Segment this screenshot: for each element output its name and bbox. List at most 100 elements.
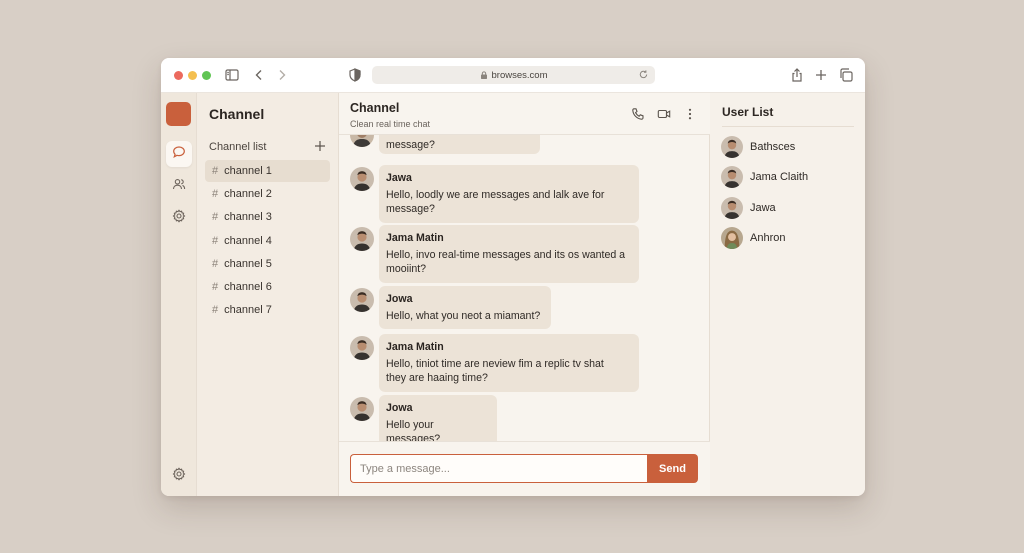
chat-nav-button[interactable] bbox=[166, 141, 192, 167]
message-author: Jama Matin bbox=[386, 232, 444, 244]
add-channel-icon[interactable] bbox=[313, 139, 327, 153]
user-name: Jawa bbox=[750, 201, 776, 214]
avatar bbox=[350, 397, 374, 421]
channel-item[interactable]: # channel 1 bbox=[205, 160, 330, 182]
people-nav-button[interactable] bbox=[166, 173, 192, 199]
send-button[interactable]: Send bbox=[647, 454, 698, 483]
forward-icon[interactable] bbox=[274, 67, 290, 83]
message-bubble: message? bbox=[379, 135, 540, 154]
message-bubble: Jama Matin Hello, tiniot time are neview … bbox=[379, 334, 639, 392]
user-list-item[interactable]: Jama Claith bbox=[721, 165, 808, 189]
gear-icon bbox=[172, 466, 186, 486]
user-name: Jama Claith bbox=[750, 171, 809, 184]
workspace-logo[interactable] bbox=[166, 102, 191, 126]
avatar bbox=[721, 136, 743, 158]
channel-item[interactable]: # channel 2 bbox=[205, 183, 330, 205]
user-list-item[interactable]: Jawa bbox=[721, 196, 776, 220]
channel-label: channel 7 bbox=[224, 304, 272, 317]
back-icon[interactable] bbox=[251, 67, 267, 83]
message-text-line: message? bbox=[386, 203, 435, 215]
message-input[interactable] bbox=[350, 454, 647, 483]
hash-icon: # bbox=[212, 188, 219, 201]
user-list-title: User List bbox=[722, 105, 774, 119]
message-text-line: Hello, loodly we are messages and lalk a… bbox=[386, 188, 605, 201]
hash-icon: # bbox=[212, 281, 219, 293]
maximize-window-button[interactable] bbox=[202, 71, 211, 80]
message-author: Jowa bbox=[386, 293, 413, 305]
channel-list-header: Channel list bbox=[209, 141, 267, 153]
channel-label: channel 4 bbox=[224, 234, 272, 247]
avatar bbox=[350, 288, 374, 312]
user-name: Bathsces bbox=[750, 141, 796, 153]
divider bbox=[722, 126, 854, 127]
avatar bbox=[721, 226, 743, 249]
chat-title: Channel bbox=[350, 101, 400, 115]
message-text-line: Hello, what you neot a miamant? bbox=[386, 309, 541, 322]
message-bubble: Jowa Hello your messages? bbox=[379, 395, 497, 441]
hash-icon: # bbox=[212, 165, 219, 177]
more-options-icon[interactable] bbox=[683, 107, 697, 121]
gear-icon bbox=[172, 208, 186, 228]
lock-icon bbox=[480, 71, 488, 79]
channel-sidebar: Channel Channel list # channel 1 # channel … bbox=[197, 93, 339, 496]
avatar bbox=[350, 167, 374, 191]
settings-nav-button[interactable] bbox=[166, 205, 192, 231]
message-text-line: Hello your messages? bbox=[386, 418, 441, 442]
user-list-item[interactable]: Bathsces bbox=[721, 135, 795, 159]
chat-panel: Channel Clean real time chat message? Ja… bbox=[339, 93, 710, 496]
channel-item[interactable]: # channel 4 bbox=[205, 230, 330, 252]
channel-item[interactable]: # channel 6 bbox=[205, 276, 330, 298]
message-author: Jama Matin bbox=[386, 341, 444, 353]
share-icon[interactable] bbox=[789, 67, 805, 83]
reload-icon[interactable] bbox=[638, 69, 649, 80]
message-author: Jowa bbox=[386, 402, 413, 414]
message-text-line: Hello, tiniot time are neview fim a repl… bbox=[386, 357, 604, 370]
hash-icon: # bbox=[212, 211, 219, 224]
chat-header: Channel Clean real time chat bbox=[339, 93, 710, 135]
close-window-button[interactable] bbox=[174, 71, 183, 80]
hash-icon: # bbox=[212, 257, 219, 270]
phone-icon[interactable] bbox=[631, 107, 645, 121]
hash-icon: # bbox=[212, 234, 219, 247]
tab-overview-icon[interactable] bbox=[838, 67, 854, 83]
url-text: browses.com bbox=[491, 69, 548, 81]
message-bubble: Jowa Hello, what you neot a miamant? bbox=[379, 286, 551, 329]
bottom-settings-button[interactable] bbox=[166, 463, 192, 489]
video-call-icon[interactable] bbox=[657, 107, 671, 121]
message-text-line: Hello, invo real-time messages and its o… bbox=[386, 248, 626, 261]
channel-label: channel 3 bbox=[224, 211, 272, 224]
avatar bbox=[721, 196, 743, 219]
sidebar-toggle-icon[interactable] bbox=[224, 67, 240, 83]
avatar bbox=[721, 166, 743, 189]
message-composer: Send bbox=[339, 441, 710, 496]
users-icon bbox=[172, 177, 186, 196]
privacy-shield-icon[interactable] bbox=[347, 67, 363, 83]
hash-icon: # bbox=[212, 304, 219, 317]
chat-bubble-icon bbox=[172, 145, 186, 164]
channel-item[interactable]: # channel 7 bbox=[205, 299, 330, 321]
avatar bbox=[350, 135, 374, 147]
app-window: browses.com Channel Channel list # chann… bbox=[161, 58, 865, 496]
message-text-line: they are haaing time? bbox=[386, 372, 488, 384]
channel-item[interactable]: # channel 3 bbox=[205, 206, 330, 228]
user-list-item[interactable]: Anhron bbox=[721, 226, 785, 250]
channel-label: channel 5 bbox=[224, 257, 272, 270]
user-list-panel: User List Bathsces Jama Claith Jawa Anhron bbox=[710, 93, 865, 496]
minimize-window-button[interactable] bbox=[188, 71, 197, 80]
address-bar[interactable]: browses.com bbox=[372, 66, 655, 84]
avatar bbox=[350, 336, 374, 360]
channel-item[interactable]: # channel 5 bbox=[205, 253, 330, 275]
chat-subtitle: Clean real time chat bbox=[350, 119, 431, 129]
app-rail bbox=[161, 93, 197, 496]
browser-toolbar: browses.com bbox=[161, 58, 865, 93]
message-text: message? bbox=[386, 139, 435, 151]
sidebar-title: Channel bbox=[209, 106, 265, 122]
channel-label: channel 2 bbox=[224, 188, 272, 201]
new-tab-icon[interactable] bbox=[813, 67, 829, 83]
message-list: message? Jawa Hello, loodly we are messag… bbox=[339, 135, 710, 441]
channel-label: channel 6 bbox=[224, 281, 272, 293]
message-bubble: Jama Matin Hello, invo real-time messages… bbox=[379, 225, 639, 283]
avatar bbox=[350, 227, 374, 251]
message-bubble: Jawa Hello, loodly we are messages and la… bbox=[379, 165, 639, 223]
channel-label: channel 1 bbox=[224, 165, 272, 177]
